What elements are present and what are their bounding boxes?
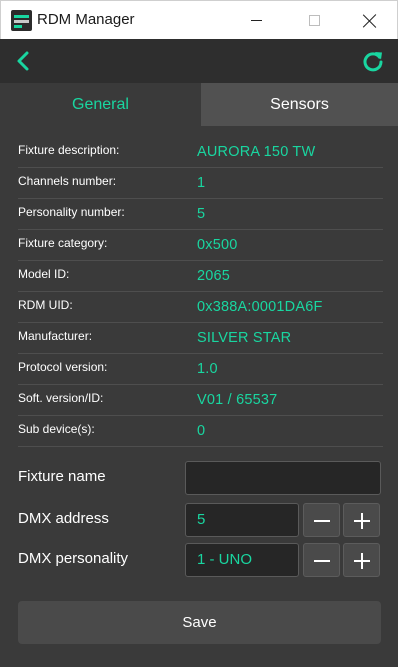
info-label: Protocol version: — [18, 360, 108, 374]
dmx-personality-label: DMX personality — [18, 550, 129, 567]
info-row-model-id: Model ID: 2065 — [18, 261, 383, 292]
info-value: 0x500 — [197, 237, 238, 253]
dmx-address-increment-button[interactable] — [343, 503, 380, 537]
info-label: Personality number: — [18, 205, 125, 219]
info-label: Manufacturer: — [18, 329, 93, 343]
tab-bar: General Sensors — [0, 83, 398, 126]
info-label: Soft. version/ID: — [18, 391, 104, 405]
refresh-icon[interactable] — [360, 49, 386, 75]
dmx-personality-decrement-button[interactable] — [303, 543, 340, 577]
info-value: V01 / 65537 — [197, 392, 278, 408]
back-chevron-icon[interactable] — [12, 49, 36, 73]
info-label: Model ID: — [18, 267, 70, 281]
info-row-personality-number: Personality number: 5 — [18, 199, 383, 230]
fixture-name-row: Fixture name — [18, 461, 382, 495]
info-value: 0 — [197, 423, 206, 439]
info-row-rdm-uid: RDM UID: 0x388A:0001DA6F — [18, 292, 383, 323]
info-value: SILVER STAR — [197, 330, 292, 346]
minus-icon — [314, 520, 330, 522]
fixture-info-table: Fixture description: AURORA 150 TW Chann… — [18, 137, 383, 447]
info-row-channels-number: Channels number: 1 — [18, 168, 383, 199]
fixture-name-input[interactable] — [185, 461, 381, 495]
close-button[interactable] — [341, 1, 398, 40]
info-label: Sub device(s): — [18, 422, 95, 436]
save-button[interactable]: Save — [18, 601, 381, 644]
info-label: RDM UID: — [18, 298, 73, 312]
info-value: 1.0 — [197, 361, 218, 377]
info-label: Channels number: — [18, 174, 117, 188]
info-value: 0x388A:0001DA6F — [197, 299, 323, 315]
info-value: 5 — [197, 206, 206, 222]
info-row-fixture-category: Fixture category: 0x500 — [18, 230, 383, 261]
dmx-address-row: DMX address 5 — [18, 503, 382, 537]
info-row-soft-version: Soft. version/ID: V01 / 65537 — [18, 385, 383, 416]
dmx-personality-input[interactable]: 1 - UNO — [185, 543, 299, 577]
info-label: Fixture category: — [18, 236, 108, 250]
dmx-address-input[interactable]: 5 — [185, 503, 299, 537]
app-toolbar — [0, 39, 398, 83]
app-icon — [11, 10, 32, 31]
window-title-bar: RDM Manager — [0, 0, 398, 39]
info-value: 1 — [197, 175, 206, 191]
window-title: RDM Manager — [37, 11, 135, 28]
maximize-icon — [308, 15, 320, 26]
info-row-sub-devices: Sub device(s): 0 — [18, 416, 383, 447]
minimize-icon — [250, 20, 262, 21]
info-row-protocol-version: Protocol version: 1.0 — [18, 354, 383, 385]
close-icon — [363, 14, 377, 28]
dmx-address-label: DMX address — [18, 510, 109, 527]
maximize-button[interactable] — [285, 1, 343, 40]
tab-sensors[interactable]: Sensors — [201, 83, 398, 126]
info-value: 2065 — [197, 268, 231, 284]
info-value: AURORA 150 TW — [197, 144, 316, 160]
dmx-address-decrement-button[interactable] — [303, 503, 340, 537]
minus-icon — [314, 560, 330, 562]
info-row-manufacturer: Manufacturer: SILVER STAR — [18, 323, 383, 354]
fixture-name-label: Fixture name — [18, 468, 106, 485]
dmx-personality-increment-button[interactable] — [343, 543, 380, 577]
info-label: Fixture description: — [18, 143, 120, 157]
minimize-button[interactable] — [227, 1, 285, 40]
tab-general[interactable]: General — [0, 83, 201, 126]
dmx-personality-row: DMX personality 1 - UNO — [18, 543, 382, 577]
info-row-fixture-description: Fixture description: AURORA 150 TW — [18, 137, 383, 168]
